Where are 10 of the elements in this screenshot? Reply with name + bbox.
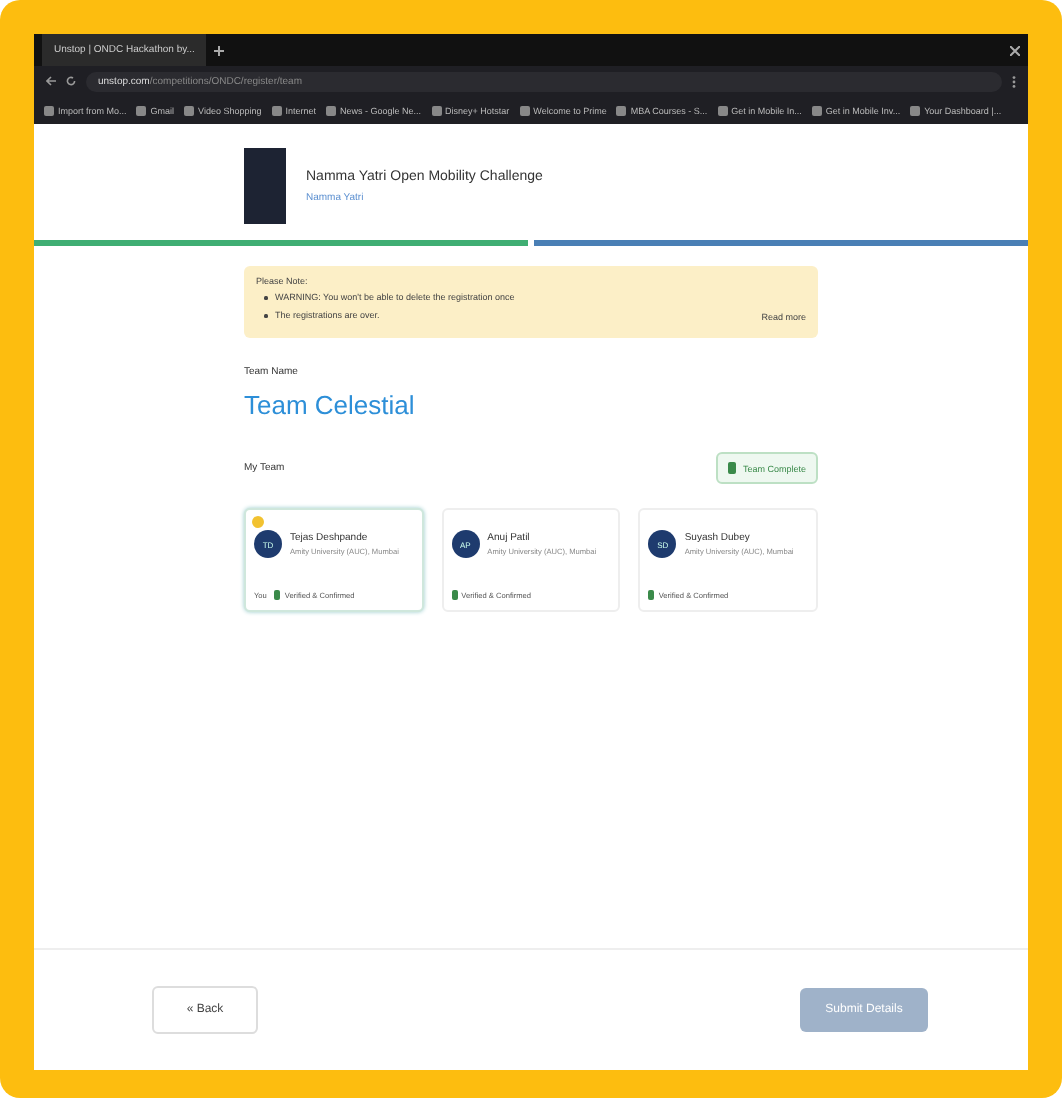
- team-name: Team Celestial: [244, 390, 415, 420]
- verified-icon: [274, 590, 281, 600]
- new-tab-icon[interactable]: [214, 45, 225, 55]
- team-icon: [728, 462, 737, 474]
- back-icon[interactable]: [46, 76, 56, 86]
- verified-icon: [648, 590, 655, 600]
- event-thumbnail: [244, 148, 286, 224]
- close-icon[interactable]: [1010, 45, 1020, 55]
- verified-icon: [451, 590, 458, 600]
- reload-icon[interactable]: [66, 76, 76, 86]
